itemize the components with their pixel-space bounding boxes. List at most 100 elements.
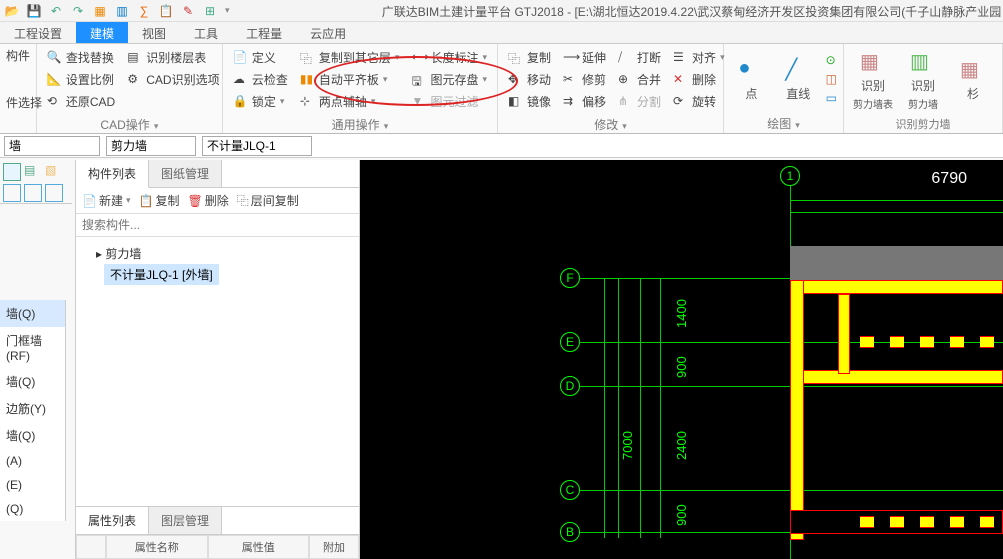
qat-redo-icon[interactable]: ↷ — [70, 3, 86, 19]
dim-900b: 900 — [674, 504, 689, 526]
menu-tab-view[interactable]: 视图 — [128, 22, 180, 43]
btn-cloud-check[interactable]: ☁云检查 — [229, 70, 292, 89]
btn-elem-save[interactable]: 🖫图元存盘▾ — [407, 70, 491, 89]
qat-save-icon[interactable]: 💾 — [26, 3, 42, 19]
left-item-4[interactable]: 墙(Q) — [0, 422, 65, 449]
tab-layer-mgmt[interactable]: 图层管理 — [149, 507, 222, 534]
menu-tab-quantity[interactable]: 工程量 — [232, 22, 296, 43]
qat-undo-icon[interactable]: ↶ — [48, 3, 64, 19]
cloud-icon: ☁ — [233, 72, 249, 88]
btn-offset[interactable]: ⇉偏移 — [559, 92, 610, 111]
table-icon: ▤ — [127, 50, 143, 66]
btn-new[interactable]: 📄新建▾ — [82, 192, 131, 209]
draw-mini1[interactable]: ⊙ — [826, 53, 837, 67]
tree-leaf[interactable]: 不计量JLQ-1 [外墙] — [104, 264, 219, 285]
left-item-7[interactable]: (Q) — [0, 497, 65, 521]
btn-find-replace[interactable]: 🔍查找替换 — [43, 48, 119, 67]
draw-mini3[interactable]: ▭ — [826, 91, 837, 105]
dim-7000: 7000 — [620, 431, 635, 460]
btn-break[interactable]: ⧸打断 — [614, 48, 665, 67]
btn-lock[interactable]: 🔒锁定▾ — [229, 92, 292, 111]
btn-auto-align[interactable]: ▮▮自动平齐板▾ — [296, 70, 404, 89]
left-item-3[interactable]: 边筋(Y) — [0, 395, 65, 422]
lico2[interactable]: ▤ — [24, 163, 42, 181]
sel-component[interactable]: 不计量JLQ-1 — [202, 136, 312, 156]
qat-more-icon[interactable]: ▾ — [225, 5, 230, 16]
qat-icon9[interactable]: ✎ — [180, 3, 196, 19]
btn-align[interactable]: ☰对齐▾ — [669, 48, 729, 67]
btn-copy-layer[interactable]: ⿻复制到其它层▾ — [296, 48, 404, 67]
btn-restore-cad[interactable]: ⟲还原CAD — [43, 92, 119, 111]
sel-category[interactable]: 墙 — [4, 136, 100, 156]
qat-icon7[interactable]: ∑ — [136, 3, 152, 19]
sel-type[interactable]: 剪力墙 — [106, 136, 196, 156]
btn-merge[interactable]: ⊕合并 — [614, 70, 665, 89]
btn-length-dim[interactable]: ⟷长度标注▾ — [407, 48, 491, 67]
define-icon: 📄 — [233, 50, 249, 66]
copy-layer-icon: ⿻ — [300, 50, 316, 66]
btn-two-point-axis[interactable]: ⊹两点辅轴▾ — [296, 92, 404, 111]
qat-icon10[interactable]: ⊞ — [202, 3, 218, 19]
btn-delete[interactable]: ✕删除 — [669, 70, 729, 89]
property-tabs: 属性列表 图层管理 — [76, 506, 359, 535]
lico1[interactable] — [3, 163, 21, 181]
btn-mirror[interactable]: ◧镜像 — [504, 92, 555, 111]
component-search[interactable] — [76, 214, 359, 237]
btn-set-scale[interactable]: 📐设置比例 — [43, 70, 119, 89]
btn-layercopy[interactable]: ⿻层间复制 — [237, 192, 299, 209]
btn-del2[interactable]: 🗑删除 — [187, 192, 228, 209]
left-cropped-1[interactable]: 构件 — [0, 44, 50, 67]
draw-mini2[interactable]: ◫ — [826, 72, 837, 86]
grid-E: E — [560, 332, 580, 352]
qat-icon5[interactable]: ▦ — [92, 3, 108, 19]
tab-drawing-mgmt[interactable]: 图纸管理 — [149, 160, 222, 187]
move-icon: ✥ — [508, 72, 524, 88]
btn-point[interactable]: ●点 — [730, 57, 773, 102]
btn-split[interactable]: ⋔分割 — [614, 92, 665, 111]
ribbon-label-recognize: 识别剪力墙 — [844, 115, 1002, 133]
btn-elem-filter[interactable]: ▼图元过滤 — [407, 92, 491, 111]
btn-copy2[interactable]: 📋复制 — [139, 192, 180, 209]
menu-tab-cloud[interactable]: 云应用 — [296, 22, 360, 43]
lico3[interactable]: ▧ — [45, 163, 63, 181]
line-icon: ╱ — [785, 57, 811, 83]
trim-icon: ✂ — [563, 72, 579, 88]
property-grid: 属性名称 属性值 附加 — [76, 535, 359, 559]
left-item-5[interactable]: (A) — [0, 449, 65, 473]
left-item-0[interactable]: 墙(Q) — [0, 300, 65, 327]
left-item-6[interactable]: (E) — [0, 473, 65, 497]
grid-F: F — [560, 268, 580, 288]
qat-icon6[interactable]: ▥ — [114, 3, 130, 19]
btn-recognize-3[interactable]: ▦杉 — [950, 57, 996, 102]
btn-recognize-table[interactable]: ▦识别剪力墙表 — [850, 49, 896, 111]
btn-move[interactable]: ✥移动 — [504, 70, 555, 89]
tree-root[interactable]: ▸ 剪力墙 — [82, 243, 353, 264]
btn-trim[interactable]: ✂修剪 — [559, 70, 610, 89]
btn-recognize-wall[interactable]: ▥识别剪力墙 — [900, 49, 946, 111]
btn-define[interactable]: 📄定义 — [229, 48, 292, 67]
selector-bar: 墙 剪力墙 不计量JLQ-1 — [0, 134, 1003, 158]
lock-icon: 🔒 — [233, 94, 249, 110]
left-item-2[interactable]: 墙(Q) — [0, 368, 65, 395]
menu-tab-settings[interactable]: 工程设置 — [0, 22, 76, 43]
btn-copy[interactable]: ⿻复制 — [504, 48, 555, 67]
qat-icon8[interactable]: 📋 — [158, 3, 174, 19]
dim-2400: 2400 — [674, 431, 689, 460]
qat-open-icon[interactable]: 📂 — [4, 3, 20, 19]
lico6[interactable] — [45, 184, 63, 202]
btn-extend[interactable]: ⟶延伸 — [559, 48, 610, 67]
menu-tab-tools[interactable]: 工具 — [180, 22, 232, 43]
left-cropped-2[interactable]: 件选择 — [0, 91, 50, 114]
btn-rotate[interactable]: ⟳旋转 — [669, 92, 729, 111]
lico4[interactable] — [3, 184, 21, 202]
btn-cad-options[interactable]: ⚙CAD识别选项 — [123, 70, 223, 89]
tab-component-list[interactable]: 构件列表 — [76, 160, 149, 188]
btn-floor-table[interactable]: ▤识别楼层表 — [123, 48, 223, 67]
btn-line[interactable]: ╱直线 — [777, 57, 820, 102]
lico5[interactable] — [24, 184, 42, 202]
drawing-canvas[interactable]: 1 6790 F E D C B 1400 900 2400 900 7000 — [360, 160, 1003, 559]
prop-h0 — [76, 535, 106, 559]
tab-prop-list[interactable]: 属性列表 — [76, 507, 149, 534]
left-item-1[interactable]: 门框墙(RF) — [0, 327, 65, 368]
menu-tab-model[interactable]: 建模 — [76, 22, 128, 43]
